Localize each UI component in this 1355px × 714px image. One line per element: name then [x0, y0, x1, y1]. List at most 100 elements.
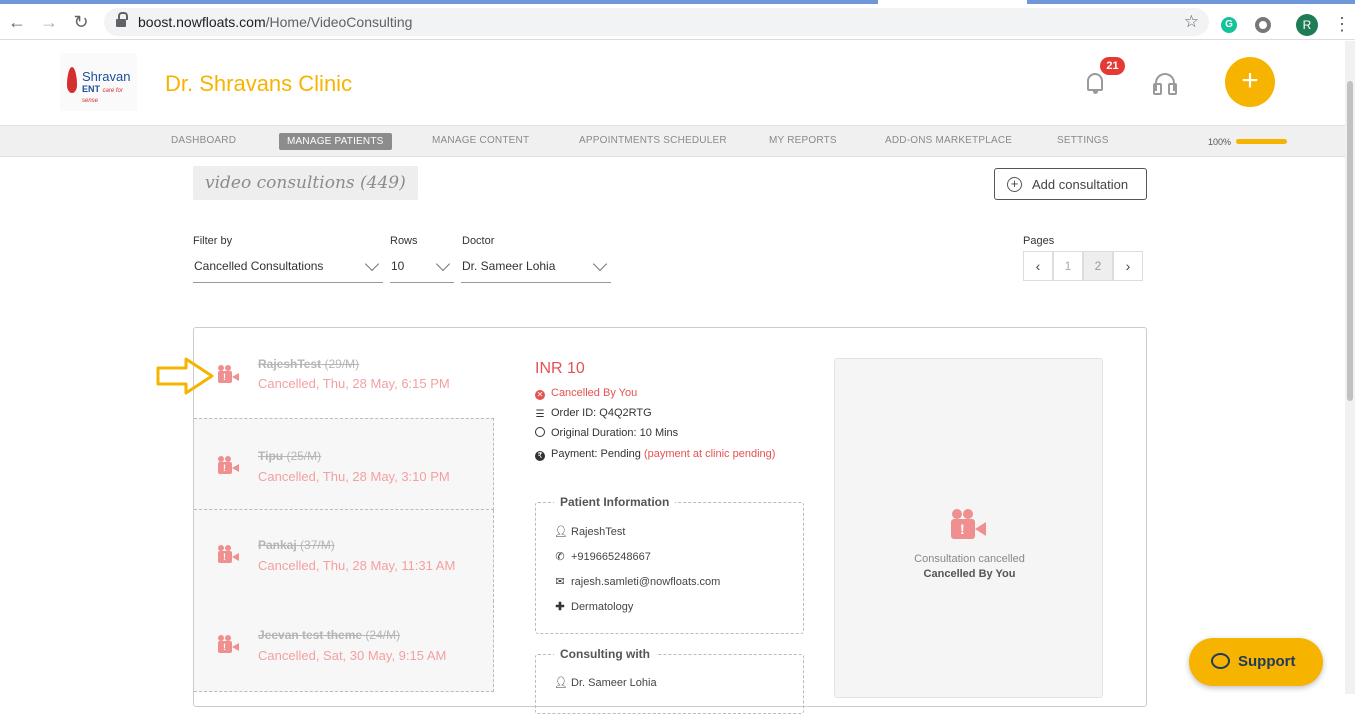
page-title: video consultions (449) [193, 166, 418, 200]
profile-progress-label: 100% [1208, 137, 1232, 147]
doctor-select-value: Dr. Sameer Lohia [462, 259, 556, 273]
main-nav: DASHBOARD MANAGE PATIENTS MANAGE CONTENT… [0, 125, 1345, 157]
patient-name: RajeshTest (29/M) [258, 357, 360, 371]
consultation-status: Cancelled, Thu, 28 May, 6:15 PM [258, 376, 450, 391]
consultation-list-item[interactable]: ! Tipu (25/M) Cancelled, Thu, 28 May, 3:… [194, 418, 494, 510]
patient-specialty-row: ✚ Dermatology [555, 601, 634, 613]
cancelled-by-row: ✕ Cancelled By You [535, 387, 638, 400]
user-icon: 👤︎ [554, 677, 568, 689]
logo-sub: ENT care for sense [82, 84, 123, 104]
support-label: Support [1238, 653, 1296, 670]
address-bar[interactable]: boost.nowfloats.com/Home/VideoConsulting… [104, 8, 1209, 36]
nav-add-ons-marketplace[interactable]: ADD-ONS MARKETPLACE [885, 135, 1012, 146]
clinic-name: Dr. Shravans Clinic [165, 71, 353, 96]
patient-name: Tipu (25/M) [258, 449, 322, 463]
url-text: boost.nowfloats.com/Home/VideoConsulting [138, 14, 413, 30]
nav-settings[interactable]: SETTINGS [1057, 135, 1109, 146]
consultation-list-item[interactable]: ! Jeevan test theme (24/M) Cancelled, Sa… [194, 600, 494, 692]
patient-phone-row: ✆ +919665248667 [555, 551, 651, 563]
patient-email-row: ✉ rajesh.samleti@nowfloats.com [555, 576, 721, 588]
chevron-down-icon [592, 256, 608, 272]
panel-status-text: Consultation cancelled [914, 553, 1025, 565]
profile-avatar[interactable]: R [1296, 14, 1318, 36]
notification-bell-icon[interactable] [1087, 73, 1103, 94]
page-2-button[interactable]: 2 [1083, 251, 1113, 281]
order-id-row: ☰ Order ID: Q4Q2RTG [535, 407, 652, 420]
chevron-down-icon [435, 256, 451, 272]
cancelled-video-icon: ! [218, 545, 240, 563]
consultation-status: Cancelled, Thu, 28 May, 3:10 PM [258, 469, 450, 484]
consulting-doctor-row: 👤︎ Dr. Sameer Lohia [554, 677, 657, 689]
video-panel: ! Consultation cancelled Cancelled By Yo… [834, 358, 1103, 698]
nav-appointments-scheduler[interactable]: APPOINTMENTS SCHEDULER [579, 135, 727, 146]
prev-page-button[interactable]: ‹ [1023, 251, 1053, 281]
cancel-x-icon: ✕ [535, 390, 545, 400]
patient-name: Jeevan test theme (24/M) [258, 628, 401, 642]
panel-cancelled-by-text: Cancelled By You [923, 568, 1016, 580]
chat-bubble-icon [1211, 653, 1230, 669]
logo-name: Shravan [82, 69, 131, 84]
rupee-icon: ₹ [535, 451, 545, 461]
rows-select-value: 10 [391, 259, 405, 273]
clinic-logo[interactable]: Shravan ENT care for sense [60, 53, 137, 111]
doctor-select[interactable]: Dr. Sameer Lohia [461, 253, 611, 283]
patient-name-row: 👤︎ RajeshTest [554, 526, 626, 538]
doctor-label: Doctor [462, 235, 495, 247]
back-icon[interactable]: ← [8, 13, 26, 31]
rows-label: Rows [390, 235, 418, 247]
browser-menu-icon[interactable]: ⋮ [1333, 14, 1351, 34]
user-icon: 👤︎ [554, 526, 568, 538]
support-headset-icon[interactable] [1153, 73, 1177, 95]
filter-by-label: Filter by [193, 235, 233, 247]
medical-plus-icon: ✚ [555, 601, 565, 613]
cancelled-video-icon: ! [951, 509, 987, 541]
clock-icon [535, 427, 545, 437]
filter-select[interactable]: Cancelled Consultations [193, 253, 383, 283]
bookmark-star-icon[interactable]: ☆ [1184, 12, 1199, 32]
grammarly-extension-icon[interactable]: G [1221, 17, 1237, 33]
logo-mark [67, 67, 77, 93]
nav-dashboard[interactable]: DASHBOARD [171, 135, 236, 146]
email-icon: ✉ [555, 576, 565, 588]
browser-toolbar: ← → ↻ boost.nowfloats.com/Home/VideoCons… [0, 4, 1355, 40]
consultation-list-item[interactable]: ! Pankaj (37/M) Cancelled, Thu, 28 May, … [194, 510, 494, 602]
duration-row: Original Duration: 10 Mins [535, 427, 678, 439]
rows-select[interactable]: 10 [390, 253, 454, 283]
nav-manage-content[interactable]: MANAGE CONTENT [432, 135, 529, 146]
nav-my-reports[interactable]: MY REPORTS [769, 135, 837, 146]
patient-name: Pankaj (37/M) [258, 538, 335, 552]
patient-information-title: Patient Information [554, 495, 676, 509]
page-scrollbar[interactable] [1345, 41, 1355, 694]
consultation-price: INR 10 [535, 360, 585, 377]
page-1-button[interactable]: 1 [1053, 251, 1083, 281]
app-header: Shravan ENT care for sense Dr. Shravans … [0, 41, 1345, 125]
annotation-arrow [156, 357, 214, 395]
pages-label: Pages [1023, 235, 1055, 247]
add-consultation-label: Add consultation [1032, 177, 1129, 192]
filter-select-value: Cancelled Consultations [194, 259, 324, 273]
profile-progress-bar [1236, 139, 1287, 144]
cancelled-video-icon: ! [218, 635, 240, 653]
support-chat-button[interactable]: Support [1189, 638, 1323, 686]
lock-icon [116, 12, 128, 28]
consulting-with-title: Consulting with [554, 647, 656, 661]
cancelled-video-icon: ! [218, 365, 240, 383]
notification-badge: 21 [1100, 57, 1125, 75]
patient-information-section: Patient Information 👤︎ RajeshTest ✆ +91966… [535, 495, 804, 634]
profile-progress-fill [1236, 139, 1287, 144]
quick-add-button[interactable]: + [1225, 57, 1275, 107]
scrollbar-thumb[interactable] [1347, 81, 1353, 401]
plus-circle-icon: + [1007, 177, 1022, 192]
reload-icon[interactable]: ↻ [72, 13, 90, 31]
forward-icon[interactable]: → [40, 13, 58, 31]
payment-row: ₹ Payment: Pending (payment at clinic pen… [535, 448, 775, 461]
nav-manage-patients[interactable]: MANAGE PATIENTS [279, 133, 392, 150]
consultation-list-item[interactable]: ! RajeshTest (29/M) Cancelled, Thu, 28 M… [194, 328, 494, 420]
phone-icon: ✆ [555, 551, 565, 563]
list-icon: ☰ [535, 409, 545, 420]
extension-icon[interactable] [1255, 17, 1271, 33]
cancelled-video-icon: ! [218, 456, 240, 474]
add-consultation-button[interactable]: + Add consultation [994, 168, 1147, 200]
consulting-with-section: Consulting with 👤︎ Dr. Sameer Lohia [535, 647, 804, 714]
next-page-button[interactable]: › [1113, 251, 1143, 281]
